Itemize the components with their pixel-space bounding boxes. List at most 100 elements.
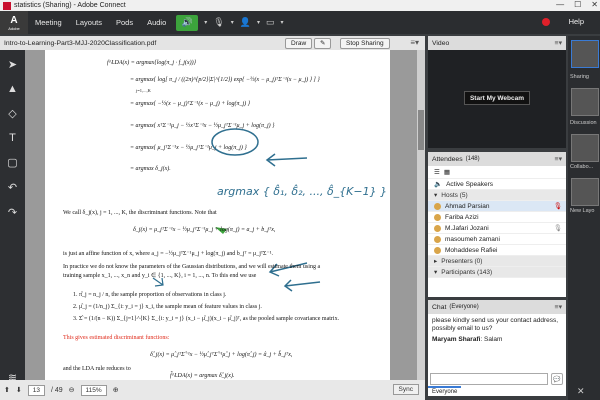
attendee-row[interactable]: Fariba Azizi: [428, 212, 566, 223]
video-menu-icon[interactable]: ≡▾: [555, 39, 562, 47]
close-icon[interactable]: ✕: [591, 0, 598, 9]
mic-icon: 🎙: [553, 225, 562, 232]
eraser-tool-icon[interactable]: ◇: [8, 107, 16, 120]
attendees-count: (148): [465, 156, 480, 162]
status-dropdown-icon[interactable]: ▾: [257, 15, 260, 31]
grid-view-icon[interactable]: ▦: [444, 168, 450, 176]
zoom-in-icon[interactable]: ⊕: [113, 386, 119, 394]
window-title: statistics (Sharing) - Adobe Connect: [14, 2, 126, 9]
menu-layouts[interactable]: Layouts: [69, 18, 109, 27]
chat-send-icon[interactable]: 💬: [551, 373, 563, 385]
stop-sharing-button[interactable]: Stop Sharing: [340, 37, 390, 49]
chat-input[interactable]: [430, 373, 548, 385]
paragraph-discriminant: We call δ_j(x), j = 1, ..., K, the discr…: [63, 210, 217, 216]
equation-delta: δ_j(x) = μ_jᵀΣ⁻¹x − ½μ_jᵀΣ⁻¹μ_j + log(π_…: [133, 227, 276, 233]
equation-lda-hat: f̂^LDA(x) = argmax δ̂_j(x).: [170, 373, 235, 379]
draw-button[interactable]: Draw: [285, 37, 313, 49]
layout-label: Discussion: [570, 120, 597, 126]
annotation-toolbar: ➤ ▲ ◇ T ▢ ↶ ↷ ≋: [0, 50, 25, 384]
share-pod-header: Intro-to-Learning-Part3-MJJ-2020Classifi…: [0, 36, 425, 50]
paragraph-affine: is just an affine function of x, where a…: [63, 251, 274, 257]
document-viewport[interactable]: f^LDA(x) = argmax{log(π_j · f_j(x))} = a…: [25, 50, 425, 380]
document-scrollbar[interactable]: [417, 50, 425, 380]
participants-label: Participants (143): [441, 268, 493, 276]
sync-button[interactable]: Sync: [392, 384, 419, 395]
chat-message: please kindly send us your contact addre…: [432, 317, 559, 332]
attendees-title: Attendees: [432, 155, 463, 163]
select-tool-icon[interactable]: ➤: [8, 58, 17, 71]
paragraph-estimated: This gives estimated discriminant functi…: [63, 335, 170, 341]
layout-thumb-sharing[interactable]: [571, 40, 599, 68]
paragraph-practice: In practice we do not know the parameter…: [63, 264, 321, 270]
page-up-icon[interactable]: ⬆: [4, 386, 10, 394]
speaker-icon[interactable]: 🔊: [176, 14, 199, 31]
participants-group[interactable]: ▾ Participants (143): [428, 267, 566, 278]
chat-message: Maryam Sharafi: Salam: [428, 336, 566, 347]
text-tool-icon[interactable]: T: [9, 132, 16, 144]
avatar: [434, 224, 441, 232]
chat-pod: Chat (Everyone) ≡▾ please kindly send us…: [428, 300, 566, 396]
microphone-icon[interactable]: 🎙: [213, 15, 224, 31]
zoom-out-icon[interactable]: ⊖: [69, 386, 75, 394]
speaker-dropdown-icon[interactable]: ▾: [204, 15, 207, 31]
page-number-input[interactable]: 13: [27, 384, 45, 396]
speaker-active-icon: 🔈: [434, 181, 443, 188]
list-item-2: 2. μ̂_j = (1/n_j) Σ_{i: y_i = j} x_i, th…: [73, 304, 262, 310]
pdf-page: f^LDA(x) = argmax{log(π_j · f_j(x))} = a…: [45, 50, 390, 380]
paragraph-lda-rule: and the LDA rule reduces to: [63, 366, 131, 372]
video-pod-header: Video ≡▾: [428, 36, 566, 50]
share-screen-icon[interactable]: ▭: [266, 15, 275, 31]
attendees-menu-icon[interactable]: ≡▾: [555, 155, 562, 163]
mic-dropdown-icon[interactable]: ▾: [231, 15, 234, 31]
layout-thumb-collaboration[interactable]: [571, 134, 599, 162]
layouts-collapse-icon[interactable]: ✕: [577, 386, 585, 397]
help-menu[interactable]: Help: [569, 17, 584, 26]
maximize-icon[interactable]: ☐: [574, 0, 581, 9]
menu-pods[interactable]: Pods: [109, 18, 140, 27]
zoom-select[interactable]: 115%: [80, 384, 107, 396]
presenters-label: Presenters (0): [441, 257, 483, 265]
shape-tool-icon[interactable]: ▢: [7, 156, 17, 169]
pen-tool-button[interactable]: ✎: [314, 37, 332, 49]
start-webcam-button[interactable]: Start My Webcam: [464, 91, 530, 105]
layouts-bar: Sharing Discussion Collabo... New Layo ✕: [568, 36, 600, 400]
document-filename: Intro-to-Learning-Part3-MJJ-2020Classifi…: [4, 39, 157, 47]
hosts-group[interactable]: ▾ Hosts (5): [428, 190, 566, 201]
layout-label: Sharing: [570, 74, 589, 80]
chat-sender: Maryam Sharafi: [432, 336, 481, 343]
video-pod: Video ≡▾ Start My Webcam: [428, 36, 566, 148]
attendee-row[interactable]: Ahmad Parsian 🎙: [428, 201, 566, 212]
user-status-icon[interactable]: 👤: [240, 15, 251, 31]
menu-meeting[interactable]: Meeting: [28, 18, 69, 27]
marker-tool-icon[interactable]: ▲: [7, 83, 18, 95]
layout-label: Collabo...: [570, 164, 594, 170]
share-dropdown-icon[interactable]: ▾: [280, 15, 283, 31]
presenters-group[interactable]: ▸ Presenters (0): [428, 256, 566, 267]
ink-arrow-4: [152, 277, 164, 287]
chat-menu-icon[interactable]: ≡▾: [555, 303, 562, 311]
active-speakers-row[interactable]: 🔈 Active Speakers: [428, 179, 566, 190]
avatar: [434, 235, 441, 243]
attendee-name: Ahmad Parsian: [445, 202, 490, 210]
redo-icon[interactable]: ↷: [8, 206, 17, 219]
list-item-1: 1. π̂_j = n_j / n, the sample proportion…: [73, 292, 227, 298]
attendee-row[interactable]: masoumeh zamani: [428, 234, 566, 245]
record-indicator-icon[interactable]: [542, 18, 550, 26]
minimize-icon[interactable]: —: [556, 0, 564, 9]
menubar: A Adobe Meeting Layouts Pods Audio 🔊 ▾ 🎙 …: [0, 11, 600, 34]
ink-circle: [211, 128, 259, 156]
layout-thumb-discussion[interactable]: [571, 88, 599, 116]
attendee-row[interactable]: M.Jafari Jozani 🎙: [428, 223, 566, 234]
scrollbar-thumb[interactable]: [418, 110, 424, 150]
pod-menu-icon[interactable]: ≡▾: [410, 38, 419, 47]
chat-tab-everyone[interactable]: Everyone: [428, 386, 462, 396]
menu-audio[interactable]: Audio: [140, 18, 173, 27]
layout-thumb-new[interactable]: [571, 178, 599, 206]
document-footer: ⬆ ⬇ 13 / 49 ⊖ 115% ⊕ Sync: [0, 380, 425, 400]
chat-text: : Salam: [480, 336, 503, 343]
attendee-row[interactable]: Mohaddese Rafiei: [428, 245, 566, 256]
page-down-icon[interactable]: ⬇: [16, 386, 22, 394]
list-view-icon[interactable]: ☰: [434, 168, 440, 176]
avatar: [434, 246, 441, 254]
undo-icon[interactable]: ↶: [8, 181, 17, 194]
